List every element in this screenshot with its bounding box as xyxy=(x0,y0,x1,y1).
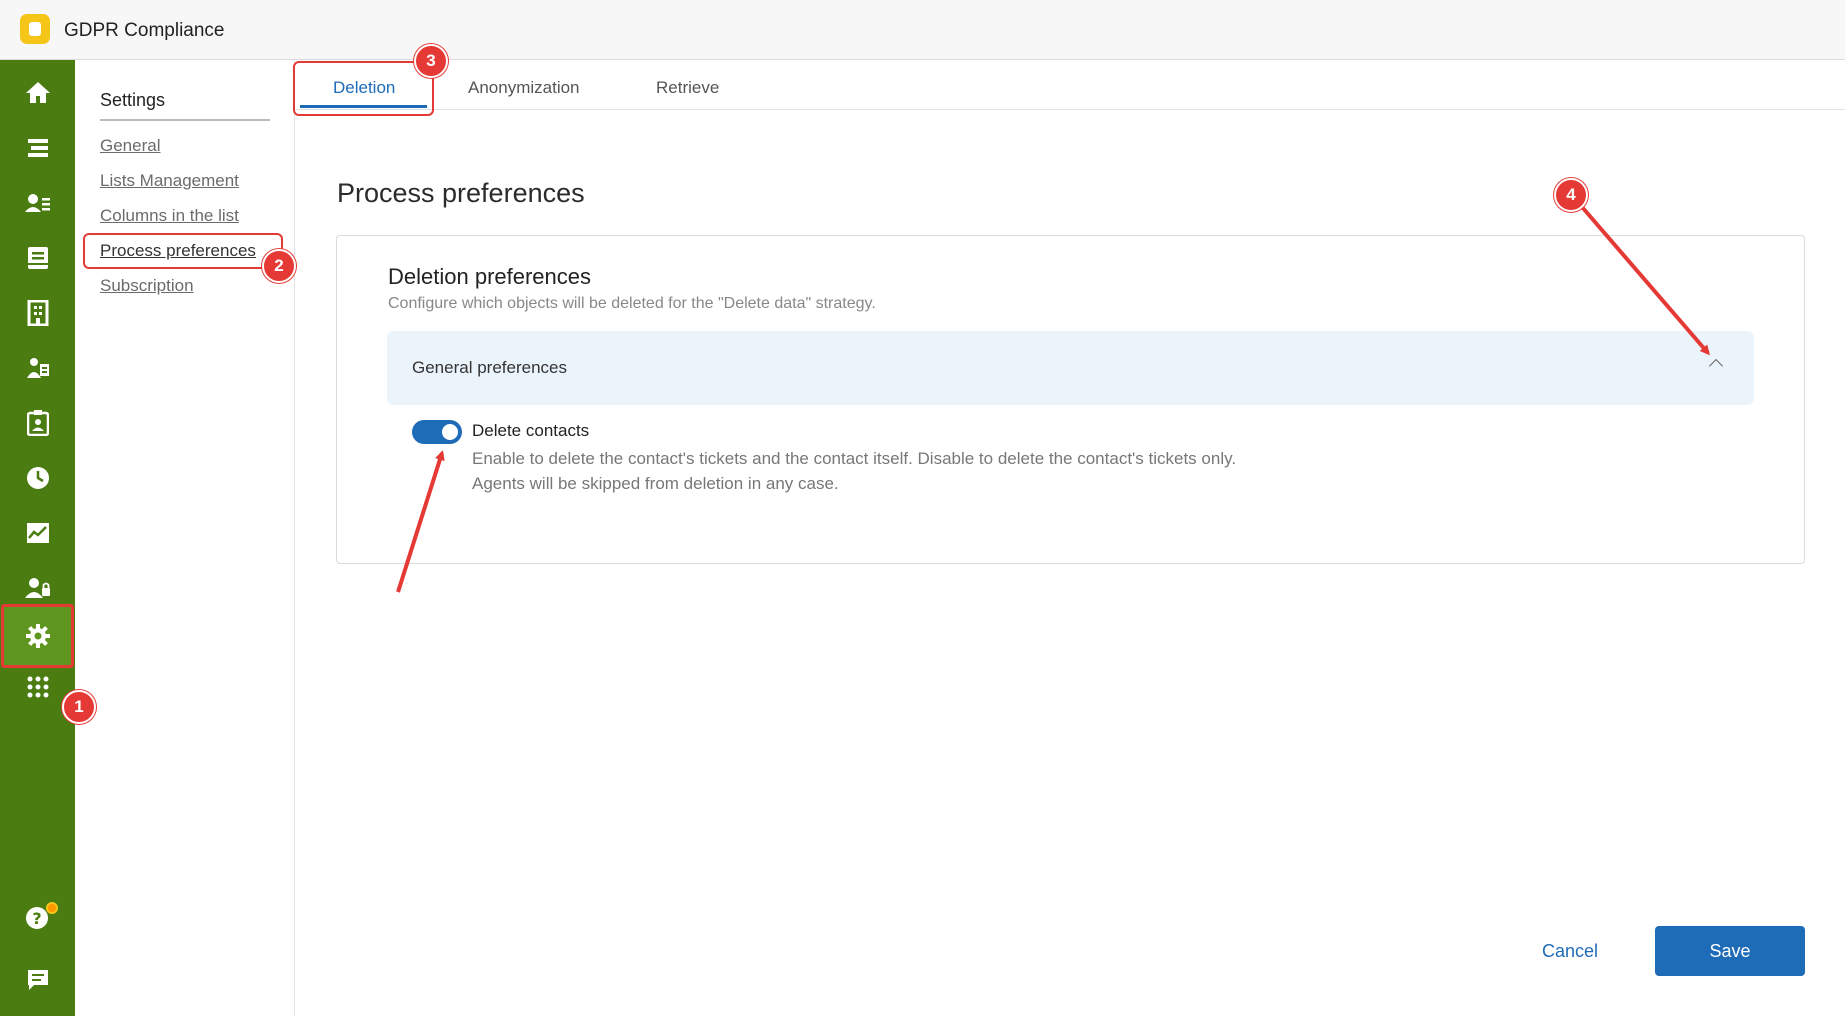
page-title: Process preferences xyxy=(337,178,585,208)
annotation-badge-1: 1 xyxy=(62,690,96,724)
nav-link-general[interactable]: General xyxy=(100,136,160,156)
home-icon[interactable] xyxy=(0,60,75,124)
toggle-knob xyxy=(442,424,458,440)
app-title: GDPR Compliance xyxy=(64,20,225,41)
notification-dot xyxy=(46,902,58,914)
cancel-button[interactable]: Cancel xyxy=(1520,926,1620,976)
delete-contacts-label: Delete contacts xyxy=(472,421,590,440)
chevron-up-icon[interactable] xyxy=(1708,358,1724,374)
tab-anonymization[interactable]: Anonymization xyxy=(468,78,580,98)
nav-link-subscription[interactable]: Subscription xyxy=(100,276,194,296)
card-subtitle: Configure which objects will be deleted … xyxy=(388,295,876,312)
annotation-badge-2: 2 xyxy=(262,249,296,283)
app-logo-icon xyxy=(20,14,50,44)
description-line-2: Agents will be skipped from deletion in … xyxy=(472,474,839,493)
description-line-1: Enable to delete the contact's tickets a… xyxy=(472,449,1237,468)
card-title: Deletion preferences xyxy=(388,264,592,289)
tab-retrieve[interactable]: Retrieve xyxy=(656,78,719,98)
chat-icon[interactable] xyxy=(0,948,75,1012)
left-rail: ? xyxy=(0,60,75,1016)
annotation-badge-4: 4 xyxy=(1554,178,1588,212)
highlight-process-preferences xyxy=(83,233,283,269)
annotation-badge-3: 3 xyxy=(414,44,448,78)
tab-bar: Deletion Anonymization Retrieve xyxy=(296,60,1845,110)
nav-link-lists-management[interactable]: Lists Management xyxy=(100,171,239,191)
top-bar: GDPR Compliance xyxy=(0,0,1845,60)
general-preferences-accordion[interactable]: General preferences xyxy=(387,331,1754,405)
highlight-deletion-tab xyxy=(293,61,434,116)
settings-title: Settings xyxy=(100,90,270,121)
svg-text:?: ? xyxy=(32,909,41,928)
nav-link-columns-in-the-list[interactable]: Columns in the list xyxy=(100,206,239,226)
delete-contacts-description: Enable to delete the contact's tickets a… xyxy=(472,446,1372,496)
accordion-label: General preferences xyxy=(412,358,567,377)
help-icon[interactable]: ? xyxy=(0,886,75,950)
settings-nav: Settings General Lists Management Column… xyxy=(75,60,295,1016)
save-button[interactable]: Save xyxy=(1655,926,1805,976)
delete-contacts-toggle[interactable] xyxy=(412,420,462,444)
